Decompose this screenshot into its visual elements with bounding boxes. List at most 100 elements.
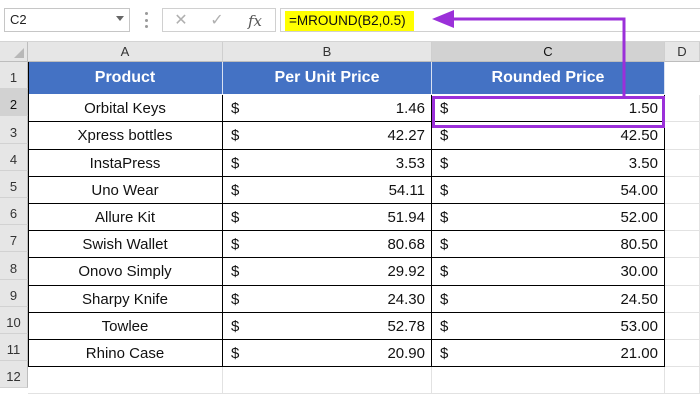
currency-symbol: $ [231, 345, 240, 362]
empty-cell[interactable] [432, 367, 665, 395]
empty-cell[interactable] [665, 122, 700, 150]
formula-buttons: ✕ ✓ fx [162, 8, 276, 32]
amount-value: 53.00 [620, 317, 658, 335]
empty-cell[interactable] [665, 95, 700, 123]
currency-symbol: $ [231, 100, 240, 118]
amount-value: 51.94 [387, 209, 425, 226]
product-cell[interactable]: Xpress bottles [28, 122, 223, 150]
currency-symbol: $ [440, 263, 449, 281]
empty-cell[interactable] [665, 204, 700, 232]
row-header-4[interactable]: 4 [0, 143, 28, 171]
row-header-11[interactable]: 11 [0, 334, 28, 362]
rounded-price-cell[interactable]: $52.00 [432, 204, 665, 232]
currency-symbol: $ [231, 154, 240, 172]
more-options-icon[interactable] [144, 12, 148, 28]
row-header-2[interactable]: 2 [0, 89, 28, 117]
row-header-8[interactable]: 8 [0, 252, 28, 280]
price-cell[interactable]: $51.94 [223, 204, 432, 232]
rounded-price-cell[interactable]: $24.50 [432, 285, 665, 313]
currency-symbol: $ [231, 263, 240, 281]
rounded-price-cell[interactable]: $30.00 [432, 258, 665, 286]
product-cell[interactable]: Rhino Case [28, 340, 223, 368]
row-header-1[interactable]: 1 [0, 62, 28, 90]
row-header-6[interactable]: 6 [0, 198, 28, 226]
rounded-price-cell[interactable]: $54.00 [432, 176, 665, 204]
amount-value: 54.00 [620, 181, 658, 199]
amount-value: 80.68 [387, 236, 425, 254]
price-cell[interactable]: $52.78 [223, 312, 432, 340]
empty-cell[interactable] [665, 231, 700, 259]
price-cell[interactable]: $42.27 [223, 122, 432, 150]
check-icon[interactable]: ✓ [205, 11, 229, 31]
rounded-price-cell[interactable]: $3.50 [432, 149, 665, 177]
row-header-12[interactable]: 12 [0, 361, 28, 389]
price-cell[interactable]: $3.53 [223, 149, 432, 177]
amount-value: 30.00 [620, 263, 658, 281]
amount-value: 24.30 [387, 290, 425, 308]
product-cell[interactable]: Orbital Keys [28, 95, 223, 123]
amount-value: 3.53 [395, 154, 425, 172]
currency-symbol: $ [440, 181, 449, 199]
cancel-icon[interactable]: ✕ [169, 11, 193, 31]
currency-symbol: $ [231, 236, 240, 254]
amount-value: 3.50 [628, 154, 658, 172]
column-header-d[interactable]: D [665, 42, 700, 62]
row-header-10[interactable]: 10 [0, 306, 28, 334]
empty-cell[interactable] [665, 176, 700, 204]
table-left-border [28, 62, 29, 368]
empty-cell[interactable] [665, 367, 700, 395]
amount-value: 52.00 [620, 209, 658, 226]
product-cell[interactable]: Sharpy Knife [28, 285, 223, 313]
product-cell[interactable]: Allure Kit [28, 204, 223, 232]
currency-symbol: $ [231, 209, 240, 226]
empty-cell[interactable] [665, 312, 700, 340]
formula-input[interactable]: =MROUND(B2,0.5) [280, 8, 700, 32]
empty-cell[interactable] [665, 285, 700, 313]
price-cell[interactable]: $1.46 [223, 95, 432, 123]
price-cell[interactable]: $80.68 [223, 231, 432, 259]
select-all-button[interactable] [0, 42, 28, 62]
row-header-5[interactable]: 5 [0, 170, 28, 198]
currency-symbol: $ [440, 209, 449, 226]
column-header-a[interactable]: A [28, 42, 223, 62]
price-cell[interactable]: $29.92 [223, 258, 432, 286]
empty-cell[interactable] [223, 367, 432, 395]
currency-symbol: $ [440, 100, 449, 118]
table-header-cell[interactable]: Per Unit Price [223, 62, 432, 96]
empty-cell[interactable] [665, 340, 700, 368]
price-cell[interactable]: $54.11 [223, 176, 432, 204]
product-cell[interactable]: Towlee [28, 312, 223, 340]
column-header-c[interactable]: C [432, 42, 665, 62]
rounded-price-cell[interactable]: $53.00 [432, 312, 665, 340]
table-header-cell[interactable]: Product [28, 62, 223, 96]
chevron-down-icon[interactable] [116, 16, 124, 21]
currency-symbol: $ [231, 181, 240, 199]
row-header-3[interactable]: 3 [0, 116, 28, 144]
rounded-price-cell[interactable]: $42.50 [432, 122, 665, 150]
currency-symbol: $ [440, 317, 449, 335]
table-header-cell[interactable]: Rounded Price [432, 62, 665, 96]
product-cell[interactable]: Uno Wear [28, 176, 223, 204]
insert-function-icon[interactable]: fx [243, 11, 267, 31]
row-header-7[interactable]: 7 [0, 225, 28, 253]
column-header-b[interactable]: B [223, 42, 432, 62]
amount-value: 1.50 [628, 100, 658, 118]
rounded-price-cell[interactable]: $1.50 [432, 95, 665, 123]
formula-text: =MROUND(B2,0.5) [285, 11, 414, 31]
currency-symbol: $ [440, 290, 449, 308]
name-box-value: C2 [10, 12, 27, 27]
empty-cell[interactable] [665, 149, 700, 177]
price-cell[interactable]: $20.90 [223, 340, 432, 368]
row-header-9[interactable]: 9 [0, 279, 28, 307]
rounded-price-cell[interactable]: $80.50 [432, 231, 665, 259]
name-box[interactable]: C2 [4, 8, 130, 32]
product-cell[interactable]: InstaPress [28, 149, 223, 177]
empty-cell[interactable] [28, 367, 223, 395]
product-cell[interactable]: Swish Wallet [28, 231, 223, 259]
formula-bar: C2 ✕ ✓ fx =MROUND(B2,0.5) [0, 0, 700, 42]
empty-cell[interactable] [665, 258, 700, 286]
price-cell[interactable]: $24.30 [223, 285, 432, 313]
product-cell[interactable]: Onovo Simply [28, 258, 223, 286]
amount-value: 54.11 [388, 181, 425, 199]
rounded-price-cell[interactable]: $21.00 [432, 340, 665, 368]
